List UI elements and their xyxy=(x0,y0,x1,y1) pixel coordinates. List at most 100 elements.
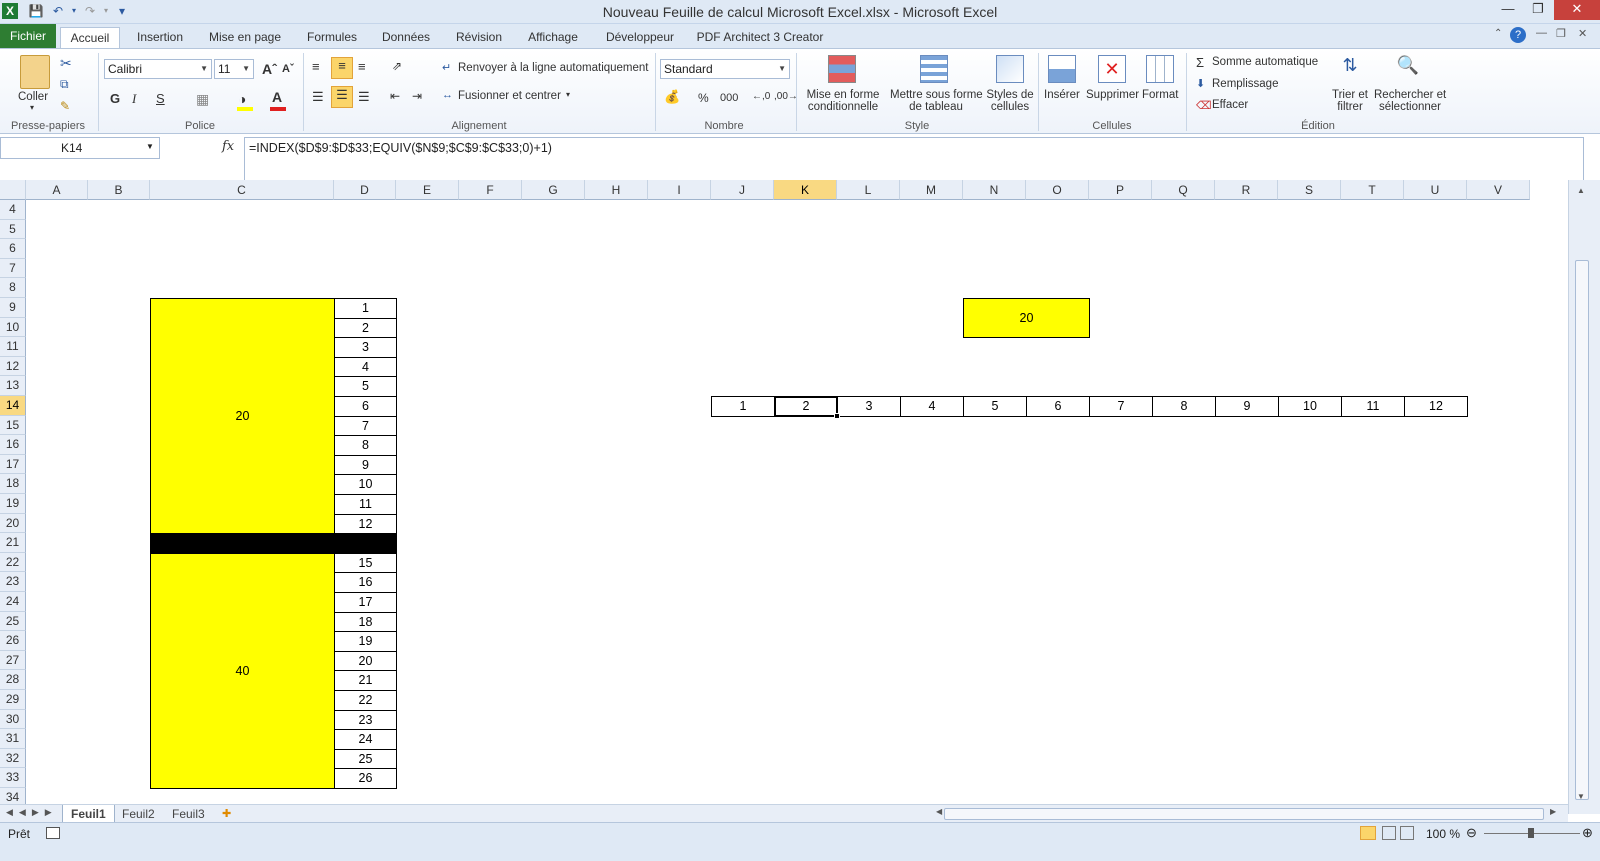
horizontal-scrollbar[interactable] xyxy=(944,808,1544,820)
increase-decimal-icon[interactable]: ←,0 xyxy=(752,91,770,102)
row-header[interactable]: 24 xyxy=(0,592,26,612)
format-button[interactable]: Format xyxy=(1142,89,1178,101)
tab-formules[interactable]: Formules xyxy=(300,27,364,48)
help-icon[interactable]: ? xyxy=(1510,27,1526,43)
borders-icon[interactable]: ▦ xyxy=(196,91,209,108)
cell-d10[interactable]: 2 xyxy=(334,317,397,339)
zoom-slider-handle[interactable] xyxy=(1528,828,1534,838)
column-header[interactable]: I xyxy=(648,180,711,200)
row-header[interactable]: 20 xyxy=(0,513,26,534)
cell-s14[interactable]: 10 xyxy=(1278,396,1342,417)
align-left-icon[interactable]: ☰ xyxy=(312,89,324,105)
column-header[interactable]: E xyxy=(396,180,459,200)
cell-d25[interactable]: 18 xyxy=(334,611,397,633)
column-header[interactable]: N xyxy=(963,180,1026,200)
tab-pdf-architect[interactable]: PDF Architect 3 Creator xyxy=(695,27,825,48)
cell-m14[interactable]: 4 xyxy=(900,396,964,417)
merge-center-button[interactable]: Fusionner et centrer xyxy=(458,90,561,102)
cell-d32[interactable]: 25 xyxy=(334,748,397,770)
column-header[interactable]: M xyxy=(900,180,963,200)
column-header[interactable]: P xyxy=(1089,180,1152,200)
column-header[interactable]: J xyxy=(711,180,774,200)
row-header[interactable]: 5 xyxy=(0,219,26,240)
sheet-tab-feuil2[interactable]: Feuil2 xyxy=(114,805,163,823)
scroll-right-icon[interactable]: ▶ xyxy=(1550,807,1556,816)
cell-d27[interactable]: 20 xyxy=(334,650,397,672)
column-header[interactable]: H xyxy=(585,180,648,200)
zoom-level[interactable]: 100 % xyxy=(1426,827,1460,841)
sheet-nav-icons[interactable]: ◀◀▶▶ xyxy=(6,807,58,818)
new-sheet-icon[interactable]: ✚ xyxy=(222,807,231,820)
percent-button[interactable]: % xyxy=(698,91,709,105)
copy-icon[interactable]: ⧉ xyxy=(60,77,69,92)
column-header[interactable]: R xyxy=(1215,180,1278,200)
cell-t14[interactable]: 11 xyxy=(1341,396,1405,417)
insert-function-icon[interactable]: fx xyxy=(222,139,234,154)
font-size-select[interactable]: 11 ▼ xyxy=(214,59,254,79)
row-header[interactable]: 11 xyxy=(0,337,26,357)
namebox-dropdown-icon[interactable]: ▼ xyxy=(146,142,154,151)
tab-donnees[interactable]: Données xyxy=(375,27,437,48)
format-painter-icon[interactable]: ✎ xyxy=(60,99,70,113)
row-header[interactable]: 34 xyxy=(0,788,26,804)
zoom-in-icon[interactable]: ⊕ xyxy=(1582,825,1593,841)
cell-p14[interactable]: 7 xyxy=(1089,396,1153,417)
row-header[interactable]: 30 xyxy=(0,709,26,730)
scroll-left-icon[interactable]: ◀ xyxy=(936,807,942,816)
underline-button[interactable]: S xyxy=(156,91,165,106)
row-header[interactable]: 8 xyxy=(0,278,26,298)
merged-cell-n9[interactable]: 20 xyxy=(963,298,1090,339)
align-right-icon[interactable]: ☰ xyxy=(358,89,370,105)
decrease-indent-icon[interactable]: ⇤ xyxy=(390,89,400,103)
tab-mise-en-page[interactable]: Mise en page xyxy=(205,27,285,48)
row-header[interactable]: 15 xyxy=(0,415,26,436)
cell-j14[interactable]: 1 xyxy=(711,396,775,417)
tab-affichage[interactable]: Affichage xyxy=(520,27,586,48)
macro-record-icon[interactable] xyxy=(46,827,60,839)
normal-view-icon[interactable] xyxy=(1360,826,1376,840)
align-center-icon[interactable]: ☰ xyxy=(331,86,353,108)
name-box[interactable]: K14 xyxy=(0,137,160,159)
thousands-button[interactable]: 000 xyxy=(720,92,738,104)
tab-fichier[interactable]: Fichier xyxy=(0,24,56,48)
column-header[interactable]: C xyxy=(150,180,334,200)
cell-l14[interactable]: 3 xyxy=(837,396,901,417)
tab-revision[interactable]: Révision xyxy=(447,27,511,48)
wb-restore-icon[interactable]: ❐ xyxy=(1556,27,1566,40)
cell-d24[interactable]: 17 xyxy=(334,592,397,613)
orientation-icon[interactable]: ⇗ xyxy=(392,59,402,73)
sort-filter-button[interactable]: Trier et filtrer xyxy=(1330,89,1370,113)
grow-font-icon[interactable]: Aˆ xyxy=(262,61,277,77)
column-header[interactable]: L xyxy=(837,180,900,200)
cell-styles-button[interactable]: Styles de cellules xyxy=(985,89,1035,113)
row-header[interactable]: 21 xyxy=(0,533,26,553)
row-header[interactable]: 14 xyxy=(0,396,26,416)
row-header[interactable]: 32 xyxy=(0,748,26,769)
column-header[interactable]: U xyxy=(1404,180,1467,200)
fill-handle[interactable] xyxy=(834,412,840,419)
row-header[interactable]: 25 xyxy=(0,611,26,632)
column-header[interactable]: F xyxy=(459,180,522,200)
wrap-text-button[interactable]: Renvoyer à la ligne automatiquement xyxy=(458,62,649,74)
cell-d23[interactable]: 16 xyxy=(334,572,397,593)
cell-d31[interactable]: 24 xyxy=(334,729,397,750)
worksheet-grid[interactable]: A B C D E F G H I J K L M N O P Q R S T U V 4 5 6 7 8 9 10 11 12 13 14 15… xyxy=(0,180,1568,804)
black-separator-row[interactable] xyxy=(150,533,397,554)
paste-button[interactable]: Coller xyxy=(18,91,48,103)
column-header[interactable]: G xyxy=(522,180,585,200)
wb-minimize-icon[interactable]: — xyxy=(1536,27,1547,39)
cell-d11[interactable]: 3 xyxy=(334,337,397,358)
column-header[interactable]: T xyxy=(1341,180,1404,200)
page-break-view-icon[interactable] xyxy=(1400,826,1414,840)
scroll-down-icon[interactable]: ▼ xyxy=(1577,792,1585,801)
find-select-button[interactable]: Rechercher et sélectionner xyxy=(1374,89,1446,113)
insert-button[interactable]: Insérer xyxy=(1044,89,1080,101)
fill-color-icon[interactable]: ◑ xyxy=(238,91,246,107)
vertical-scrollbar[interactable]: ▲ ▼ xyxy=(1568,180,1600,814)
sheet-tab-feuil1[interactable]: Feuil1 xyxy=(62,805,115,823)
merged-cell-c22[interactable]: 40 xyxy=(150,552,335,789)
column-header[interactable]: V xyxy=(1467,180,1530,200)
column-header[interactable]: S xyxy=(1278,180,1341,200)
font-name-select[interactable]: Calibri ▼ xyxy=(104,59,212,79)
row-header[interactable]: 9 xyxy=(0,298,26,318)
